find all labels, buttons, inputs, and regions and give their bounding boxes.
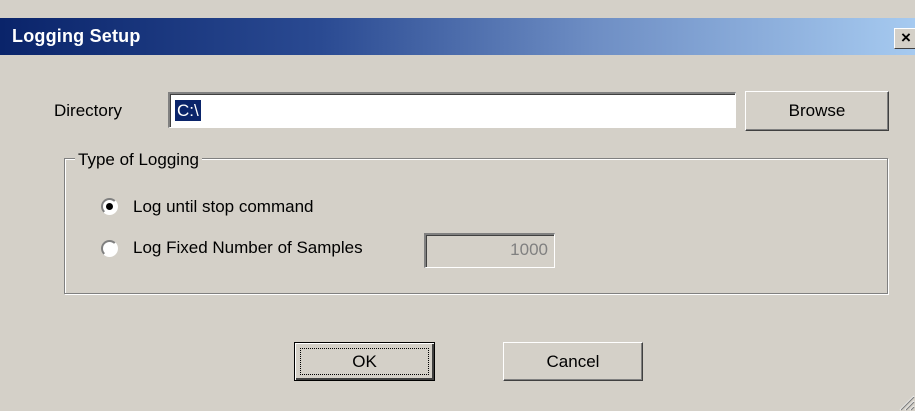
radio-log-until-stop[interactable] <box>101 198 118 215</box>
logging-type-group-label: Type of Logging <box>75 150 202 170</box>
directory-value: C:\ <box>175 100 201 121</box>
logging-type-group <box>64 158 888 294</box>
radio-label-log-fixed-samples[interactable]: Log Fixed Number of Samples <box>133 238 363 258</box>
browse-button[interactable]: Browse <box>745 91 889 131</box>
title-bar[interactable]: Logging Setup × <box>0 18 915 55</box>
samples-count-input[interactable]: 1000 <box>424 233 555 268</box>
cancel-button[interactable]: Cancel <box>503 342 643 381</box>
directory-input[interactable]: C:\ <box>168 92 736 128</box>
close-button[interactable]: × <box>894 28 915 49</box>
radio-selected-dot <box>106 203 113 210</box>
radio-log-fixed-samples[interactable] <box>101 240 118 257</box>
logging-setup-dialog: Logging Setup × Directory C:\ Browse Typ… <box>0 0 915 411</box>
radio-label-log-until-stop[interactable]: Log until stop command <box>133 197 314 217</box>
ok-button[interactable]: OK <box>294 342 435 381</box>
resize-grip-icon[interactable] <box>895 391 915 411</box>
directory-label: Directory <box>54 101 123 120</box>
focus-rectangle <box>300 348 429 375</box>
window-title: Logging Setup <box>12 26 141 46</box>
close-icon: × <box>901 28 911 47</box>
